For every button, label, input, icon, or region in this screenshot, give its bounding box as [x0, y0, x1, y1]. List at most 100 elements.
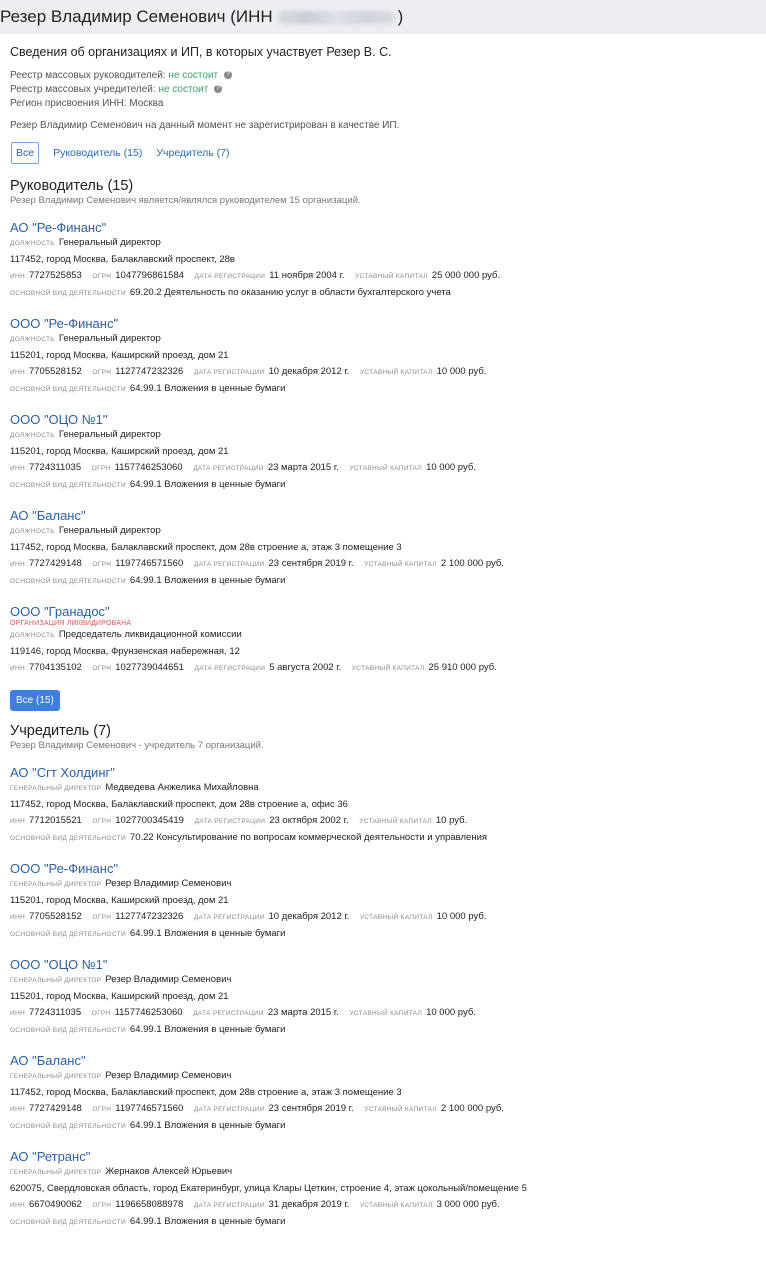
person-value: Генеральный директор: [58, 429, 161, 440]
capital-label: УСТАВНЫЙ КАПИТАЛ: [359, 818, 432, 825]
reg-date-value: 23 сентября 2019 г.: [268, 1103, 354, 1114]
person-value: Медведева Анжелика Михайловна: [105, 782, 259, 793]
redacted-inn: [276, 10, 395, 24]
org-person-row: ГЕНЕРАЛЬНЫЙ ДИРЕКТОР Медведева Анжелика М…: [10, 780, 756, 797]
org-person-row: ГЕНЕРАЛЬНЫЙ ДИРЕКТОР Резер Владимир Семен…: [10, 876, 756, 893]
org-name-link[interactable]: АО "Баланс": [10, 1053, 756, 1068]
reg-date-label: ДАТА РЕГИСТРАЦИИ: [194, 665, 266, 672]
org-address: 119146, город Москва, Фрунзенская набере…: [10, 646, 240, 657]
reg-date-value: 23 октября 2002 г.: [269, 815, 349, 826]
capital-value: 10 000 руб.: [436, 366, 487, 377]
org-activity-row: ОСНОВНОЙ ВИД ДЕЯТЕЛЬНОСТИ 64.99.1 Вложени…: [10, 926, 756, 943]
org-address: 117452, город Москва, Балаклавский просп…: [10, 542, 402, 553]
reg-date-value: 23 марта 2015 г.: [267, 462, 339, 473]
reg-date-label: ДАТА РЕГИСТРАЦИИ: [193, 1106, 265, 1113]
inn-value: 7704135102: [28, 662, 82, 673]
ogrn-value: 1127747232326: [115, 911, 184, 922]
capital-value: 25 000 000 руб.: [431, 270, 501, 281]
org-name-link[interactable]: АО "Баланс": [10, 508, 756, 523]
help-icon[interactable]: ?: [223, 71, 232, 80]
reg-date-label: ДАТА РЕГИСТРАЦИИ: [193, 1010, 264, 1017]
org-name-link[interactable]: АО "Ре-Финанс": [10, 220, 756, 235]
org-card: ООО "Ре-Финанс" ДОЛЖНОСТЬ Генеральный дир…: [10, 316, 756, 398]
org-card: ООО "Ре-Финанс" ГЕНЕРАЛЬНЫЙ ДИРЕКТОР Резе…: [10, 861, 756, 943]
person-value: Председатель ликвидационной комиссии: [58, 629, 242, 640]
org-card: ООО "ОЦО №1" ДОЛЖНОСТЬ Генеральный директ…: [10, 412, 756, 494]
manager-section-subtitle: Резер Владимир Семенович является/являлс…: [10, 195, 361, 206]
activity-label: ОСНОВНОЙ ВИД ДЕЯТЕЛЬНОСТИ: [10, 1123, 126, 1130]
org-registration-row: ИНН 7727525853 ОГРН 1047796861584 ДАТА РЕГ…: [10, 268, 756, 285]
filter-all-button[interactable]: Все: [11, 142, 40, 164]
inn-value: 7705528152: [28, 911, 82, 922]
page-title: Резер Владимир Семенович (ИНН ): [0, 0, 766, 34]
person-value: Жернаков Алексей Юрьевич: [105, 1166, 233, 1177]
capital-label: УСТАВНЫЙ КАПИТАЛ: [359, 914, 433, 921]
inn-label: ИНН: [10, 1106, 25, 1113]
org-registration-row: ИНН 7724311035 ОГРН 1157746253060 ДАТА РЕГ…: [10, 460, 756, 477]
org-name-link[interactable]: ООО "ОЦО №1": [10, 957, 756, 972]
org-card: АО "Ретранс" ГЕНЕРАЛЬНЫЙ ДИРЕКТОР Жернако…: [10, 1149, 756, 1231]
inn-label: ИНН: [10, 465, 25, 472]
capital-label: УСТАВНЫЙ КАПИТАЛ: [364, 561, 437, 568]
inn-value: 7727429148: [28, 558, 82, 569]
org-card: АО "Сгт Холдинг" ГЕНЕРАЛЬНЫЙ ДИРЕКТОР Мед…: [10, 765, 756, 847]
ogrn-label: ОГРН: [92, 561, 112, 568]
ogrn-label: ОГРН: [92, 369, 112, 376]
org-name-link[interactable]: АО "Сгт Холдинг": [10, 765, 756, 780]
ogrn-value: 1196658088978: [115, 1199, 184, 1210]
org-card: АО "Баланс" ДОЛЖНОСТЬ Генеральный директо…: [10, 508, 756, 590]
person-label: ГЕНЕРАЛЬНЫЙ ДИРЕКТОР: [10, 1169, 102, 1176]
ip-note: Резер Владимир Семенович на данный момен…: [10, 120, 400, 131]
org-card: АО "Баланс" ГЕНЕРАЛЬНЫЙ ДИРЕКТОР Резер Вл…: [10, 1053, 756, 1135]
org-name-link[interactable]: ООО "Гранадос": [10, 604, 756, 619]
ogrn-value: 1027739044651: [115, 662, 184, 673]
org-card: ООО "Гранадос" ОРГАНИЗАЦИЯ ЛИКВИДИРОВАНА…: [10, 604, 756, 677]
org-address: 115201, город Москва, Каширский проезд, …: [10, 895, 229, 906]
ogrn-label: ОГРН: [91, 1010, 111, 1017]
org-name-link[interactable]: ООО "Ре-Финанс": [10, 861, 756, 876]
page-title-text: Резер Владимир Семенович (ИНН: [0, 7, 273, 26]
intro-text: Сведения об организациях и ИП, в которых…: [10, 45, 392, 59]
person-label: ДОЛЖНОСТЬ: [10, 632, 55, 639]
person-label: ДОЛЖНОСТЬ: [10, 240, 55, 247]
activity-label: ОСНОВНОЙ ВИД ДЕЯТЕЛЬНОСТИ: [10, 1219, 126, 1226]
reg-date-value: 23 марта 2015 г.: [267, 1007, 339, 1018]
inn-value: 7727525853: [28, 270, 82, 281]
capital-label: УСТАВНЫЙ КАПИТАЛ: [355, 273, 428, 280]
inn-value: 7724311035: [28, 462, 82, 473]
capital-label: УСТАВНЫЙ КАПИТАЛ: [359, 1202, 433, 1209]
org-activity-row: ОСНОВНОЙ ВИД ДЕЯТЕЛЬНОСТИ 64.99.1 Вложени…: [10, 1118, 756, 1135]
ogrn-value: 1197746571560: [115, 1103, 184, 1114]
org-name-link[interactable]: АО "Ретранс": [10, 1149, 756, 1164]
reg-date-value: 11 ноября 2004 г.: [269, 270, 345, 281]
person-label: ГЕНЕРАЛЬНЫЙ ДИРЕКТОР: [10, 785, 102, 792]
founder-section-title: Учредитель (7): [10, 723, 111, 739]
filter-manager-link[interactable]: Руководитель (15): [53, 147, 142, 159]
org-address: 620075, Свердловская область, город Екат…: [10, 1183, 527, 1194]
inn-value: 7727429148: [28, 1103, 82, 1114]
show-all-managers-button[interactable]: Все (15): [10, 690, 60, 711]
activity-value: 64.99.1 Вложения в ценные бумаги: [129, 1024, 286, 1035]
activity-value: 64.99.1 Вложения в ценные бумаги: [129, 928, 286, 939]
org-registration-row: ИНН 7705528152 ОГРН 1127747232326 ДАТА РЕГ…: [10, 364, 756, 381]
org-person-row: ДОЛЖНОСТЬ Генеральный директор: [10, 427, 756, 444]
person-value: Генеральный директор: [58, 333, 161, 344]
liquidated-badge: ОРГАНИЗАЦИЯ ЛИКВИДИРОВАНА: [10, 620, 132, 627]
filter-founder-link[interactable]: Учредитель (7): [156, 147, 229, 159]
help-icon[interactable]: ?: [213, 85, 222, 94]
inn-label: ИНН: [10, 665, 25, 672]
activity-label: ОСНОВНОЙ ВИД ДЕЯТЕЛЬНОСТИ: [10, 835, 126, 842]
org-registration-row: ИНН 7727429148 ОГРН 1197746571560 ДАТА РЕГ…: [10, 556, 756, 573]
org-name-link[interactable]: ООО "ОЦО №1": [10, 412, 756, 427]
activity-label: ОСНОВНОЙ ВИД ДЕЯТЕЛЬНОСТИ: [10, 1027, 126, 1034]
registry-managers-value: не состоит: [168, 70, 219, 81]
reg-date-value: 10 декабря 2012 г.: [268, 911, 350, 922]
activity-value: 64.99.1 Вложения в ценные бумаги: [129, 383, 286, 394]
org-address: 117452, город Москва, Балаклавский просп…: [10, 1087, 402, 1098]
org-registration-row: ИНН 7704135102 ОГРН 1027739044651 ДАТА РЕГ…: [10, 660, 756, 677]
org-address: 115201, город Москва, Каширский проезд, …: [10, 446, 229, 457]
org-name-link[interactable]: ООО "Ре-Финанс": [10, 316, 756, 331]
filter-tabs: Все Руководитель (15) Учредитель (7): [10, 142, 756, 164]
capital-label: УСТАВНЫЙ КАПИТАЛ: [349, 465, 423, 472]
capital-label: УСТАВНЫЙ КАПИТАЛ: [351, 665, 425, 672]
